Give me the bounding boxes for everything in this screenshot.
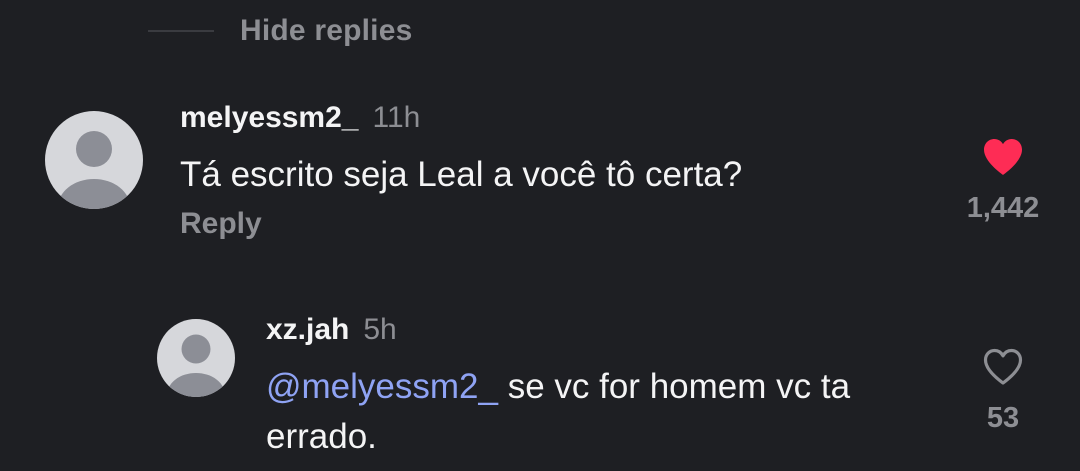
comment-username[interactable]: xz.jah: [266, 313, 349, 347]
comment-timestamp: 5h: [363, 313, 397, 346]
like-count: 53: [986, 402, 1020, 434]
reply-button[interactable]: Reply: [180, 207, 262, 241]
heart-filled-icon[interactable]: [981, 137, 1025, 177]
comment-timestamp: 11h: [372, 101, 421, 134]
avatar[interactable]: [157, 319, 235, 397]
heart-outline-icon[interactable]: [981, 347, 1025, 387]
comment-meta: melyessm2_ 11h: [180, 101, 420, 135]
default-avatar-icon: [58, 131, 130, 209]
like-count: 1,442: [966, 192, 1040, 224]
default-avatar-icon: [167, 334, 225, 397]
comment-text: @melyessm2_ se vc for homem vc ta errado…: [266, 362, 946, 462]
comment-text: Tá escrito seja Leal a você tô certa?: [180, 155, 743, 194]
thread-divider-line: [148, 30, 214, 32]
hide-replies-button[interactable]: Hide replies: [148, 10, 412, 52]
comment-meta: xz.jah 5h: [266, 313, 397, 347]
comment-username[interactable]: melyessm2_: [180, 101, 358, 135]
mention-link[interactable]: @melyessm2_: [266, 367, 498, 406]
hide-replies-label: Hide replies: [240, 14, 413, 47]
avatar[interactable]: [45, 111, 143, 209]
